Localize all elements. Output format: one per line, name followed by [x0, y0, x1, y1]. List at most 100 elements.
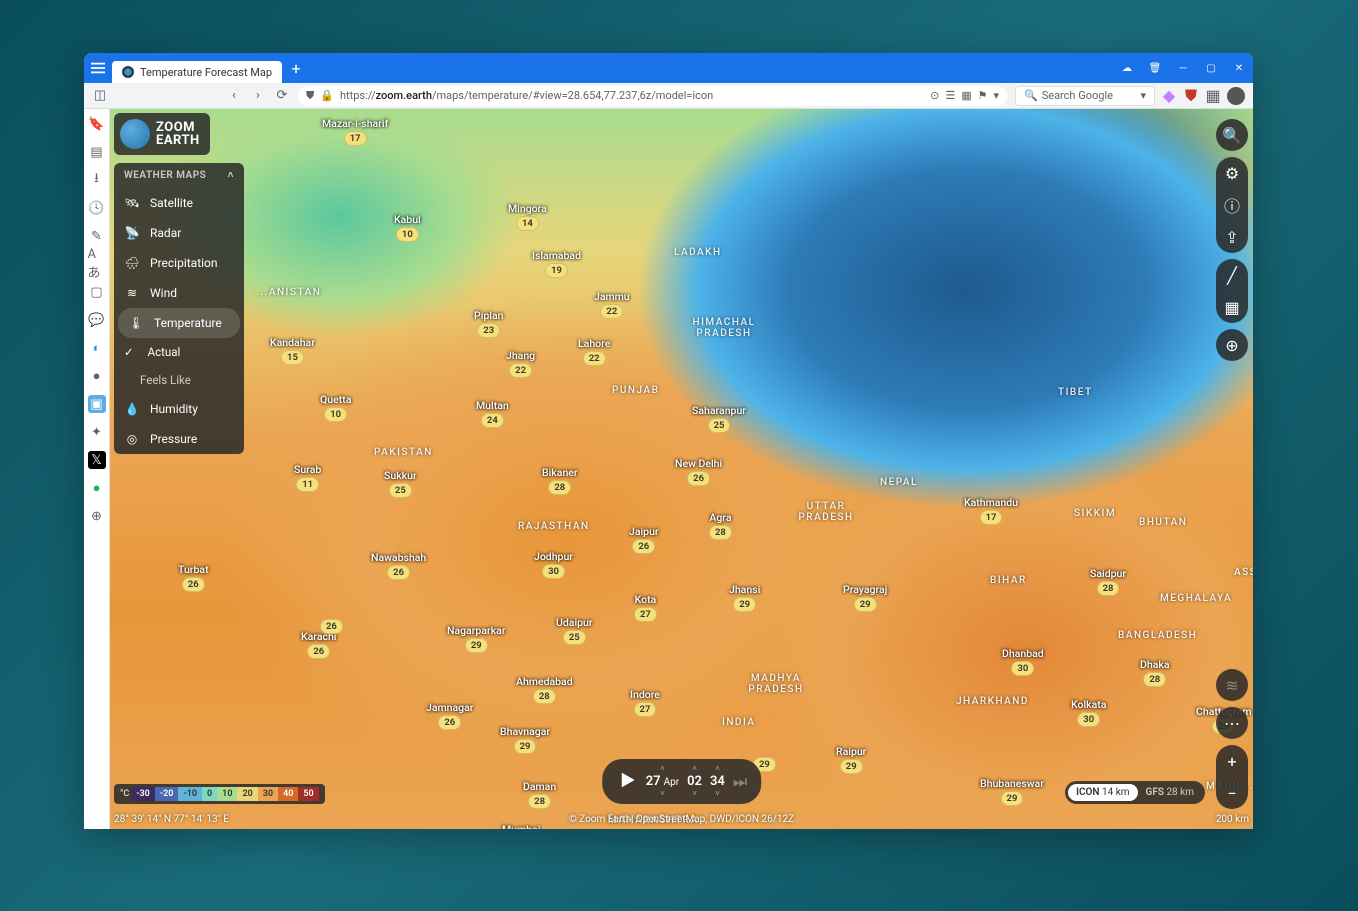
hour-down-icon[interactable]: ˅ — [692, 790, 697, 798]
zoom-out-button[interactable]: − — [1216, 777, 1248, 809]
more-button[interactable]: ⋯ — [1216, 707, 1248, 739]
locate-button[interactable]: ⊕ — [1216, 329, 1248, 361]
map-area[interactable]: Mazar-i-sharif17 Kabul10 Mingora14 Islamaba… — [110, 109, 1253, 829]
city-marker[interactable]: Udaipur25 — [556, 616, 593, 645]
weather-header[interactable]: WEATHER MAPS ˄ — [114, 163, 244, 188]
city-marker[interactable]: Piplan23 — [474, 309, 503, 338]
skip-button[interactable]: ⏭ — [733, 772, 747, 792]
city-marker[interactable]: Jhansi29 — [729, 583, 760, 612]
city-marker[interactable]: Surab11 — [294, 463, 321, 492]
back-button[interactable]: ‹ — [222, 84, 246, 108]
city-marker[interactable]: Prayagraj29 — [843, 583, 887, 612]
city-marker[interactable]: Mumbai — [502, 823, 540, 829]
window-sidebar-icon[interactable]: ▢ — [88, 283, 106, 301]
profile-avatar[interactable] — [1227, 87, 1245, 105]
layer-satellite[interactable]: 🛰Satellite — [114, 188, 244, 218]
bookmark-icon[interactable]: ⚑ — [978, 89, 988, 102]
city-marker[interactable]: Kolkata30 — [1071, 698, 1106, 727]
addressbar[interactable]: ⛊ 🔒 https://zoom.earth/maps/temperature/… — [298, 86, 1007, 106]
location-icon[interactable]: ⊙ — [930, 89, 939, 102]
city-marker[interactable]: Dhaka28 — [1140, 658, 1170, 687]
layer-temperature[interactable]: 🌡Temperature — [118, 308, 240, 338]
dropdown-icon[interactable]: ▾ — [993, 89, 999, 102]
layer-pressure[interactable]: ◎Pressure — [114, 424, 244, 454]
ext2-icon[interactable]: ⛊ — [1181, 86, 1201, 106]
reading-sidebar-icon[interactable]: ▤ — [88, 143, 106, 161]
layer-humidity[interactable]: 💧Humidity — [114, 394, 244, 424]
sub-actual[interactable]: ✓Actual — [114, 338, 244, 366]
qr-icon[interactable]: ▦ — [961, 89, 971, 102]
city-marker[interactable]: Sukkur25 — [384, 469, 417, 498]
ext3-icon[interactable]: ▦ — [1203, 86, 1223, 106]
city-marker[interactable]: Kathmandu17 — [964, 496, 1018, 525]
close-button[interactable]: ✕ — [1225, 53, 1253, 83]
sub-feels-like[interactable]: Feels Like — [114, 366, 244, 394]
translate-sidebar-icon[interactable]: Aあ — [88, 255, 106, 273]
city-marker[interactable]: Bikaner28 — [542, 466, 578, 495]
minimize-button[interactable]: ─ — [1169, 53, 1197, 83]
city-marker[interactable]: Jodhpur30 — [534, 550, 573, 579]
bookmark-sidebar-icon[interactable]: 🔖 — [88, 115, 106, 133]
hour-segment[interactable]: ˄ 02 ˅ — [687, 765, 702, 798]
layer-radar[interactable]: 📡Radar — [114, 218, 244, 248]
reader-icon[interactable]: ☰ — [945, 89, 955, 102]
maximize-button[interactable]: ▢ — [1197, 53, 1225, 83]
menu-icon[interactable] — [84, 53, 112, 83]
city-marker[interactable]: Quetta10 — [320, 393, 351, 422]
searchbar[interactable]: 🔍 Search Google ▾ — [1015, 86, 1155, 106]
download-sidebar-icon[interactable]: ⭳ — [88, 171, 106, 189]
city-marker[interactable]: Dhanbad30 — [1002, 647, 1044, 676]
area-button[interactable]: ▦ — [1216, 291, 1248, 323]
city-marker[interactable]: Mazar-i-sharif17 — [322, 117, 388, 146]
date-down-icon[interactable]: ˅ — [660, 790, 665, 798]
city-marker[interactable]: Kabul10 — [394, 213, 421, 242]
trash-icon[interactable]: 🗑 — [1141, 53, 1169, 83]
city-marker[interactable]: Kandahar15 — [270, 336, 315, 365]
minute-up-icon[interactable]: ˄ — [715, 765, 720, 773]
city-marker[interactable]: Jammu22 — [594, 290, 630, 319]
reload-button[interactable]: ⟳ — [270, 84, 294, 108]
city-marker[interactable]: Bhubaneswar29 — [980, 777, 1044, 806]
app4-sidebar-icon[interactable]: ✦ — [88, 423, 106, 441]
app5-sidebar-icon[interactable]: 𝕏 — [88, 451, 106, 469]
history-sidebar-icon[interactable]: 🕓 — [88, 199, 106, 217]
zoom-in-button[interactable]: + — [1216, 745, 1248, 777]
city-marker[interactable]: Indore27 — [630, 688, 660, 717]
city-marker[interactable]: Jhang22 — [506, 349, 535, 378]
wind-toggle-button[interactable]: ≋ — [1216, 669, 1248, 701]
city-marker[interactable]: Ahmedabad28 — [516, 675, 573, 704]
newtab-button[interactable]: + — [286, 58, 306, 78]
city-marker[interactable]: Nawabshah26 — [371, 551, 426, 580]
layer-precipitation[interactable]: 🌧Precipitation — [114, 248, 244, 278]
app3-sidebar-icon[interactable]: ▣ — [88, 395, 106, 413]
city-marker[interactable]: Jaipur26 — [629, 525, 659, 554]
city-marker[interactable]: Turbat26 — [178, 563, 209, 592]
measure-button[interactable]: ╱ — [1216, 259, 1248, 291]
city-marker[interactable]: Daman28 — [523, 780, 556, 809]
city-marker[interactable]: Kota27 — [634, 593, 657, 622]
minute-segment[interactable]: ˄ 34 ˅ — [710, 765, 725, 798]
city-marker[interactable]: Mingora14 — [508, 202, 547, 231]
model-icon[interactable]: ICON 14 km — [1068, 784, 1137, 801]
info-button[interactable]: ⓘ — [1216, 189, 1248, 221]
settings-button[interactable]: ⚙ — [1216, 157, 1248, 189]
city-marker[interactable]: Nagarparkar29 — [447, 624, 506, 653]
logo-panel[interactable]: ZOOMEARTH — [114, 113, 210, 155]
city-marker[interactable]: New Delhi26 — [675, 457, 722, 486]
city-marker[interactable]: Islamabad19 — [532, 249, 581, 278]
panel-icon[interactable]: ◫ — [88, 84, 112, 108]
layer-wind[interactable]: ≋Wind — [114, 278, 244, 308]
city-marker[interactable]: Karachi26 — [301, 630, 336, 659]
city-marker[interactable]: Jamnagar26 — [426, 701, 473, 730]
cloud-icon[interactable]: ☁ — [1113, 53, 1141, 83]
city-marker[interactable]: Raipur29 — [836, 745, 866, 774]
browser-tab[interactable]: Temperature Forecast Map — [112, 61, 282, 83]
date-segment[interactable]: ˄ 27Apr ˅ — [646, 765, 679, 798]
add-sidebar-icon[interactable]: ⊕ — [88, 507, 106, 525]
minute-down-icon[interactable]: ˅ — [715, 790, 720, 798]
model-gfs[interactable]: GFS 28 km — [1138, 784, 1202, 801]
hour-up-icon[interactable]: ˄ — [692, 765, 697, 773]
share-button[interactable]: ⇪ — [1216, 221, 1248, 253]
city-marker[interactable]: Saidpur28 — [1090, 567, 1126, 596]
city-marker[interactable]: Saharanpur25 — [692, 404, 746, 433]
